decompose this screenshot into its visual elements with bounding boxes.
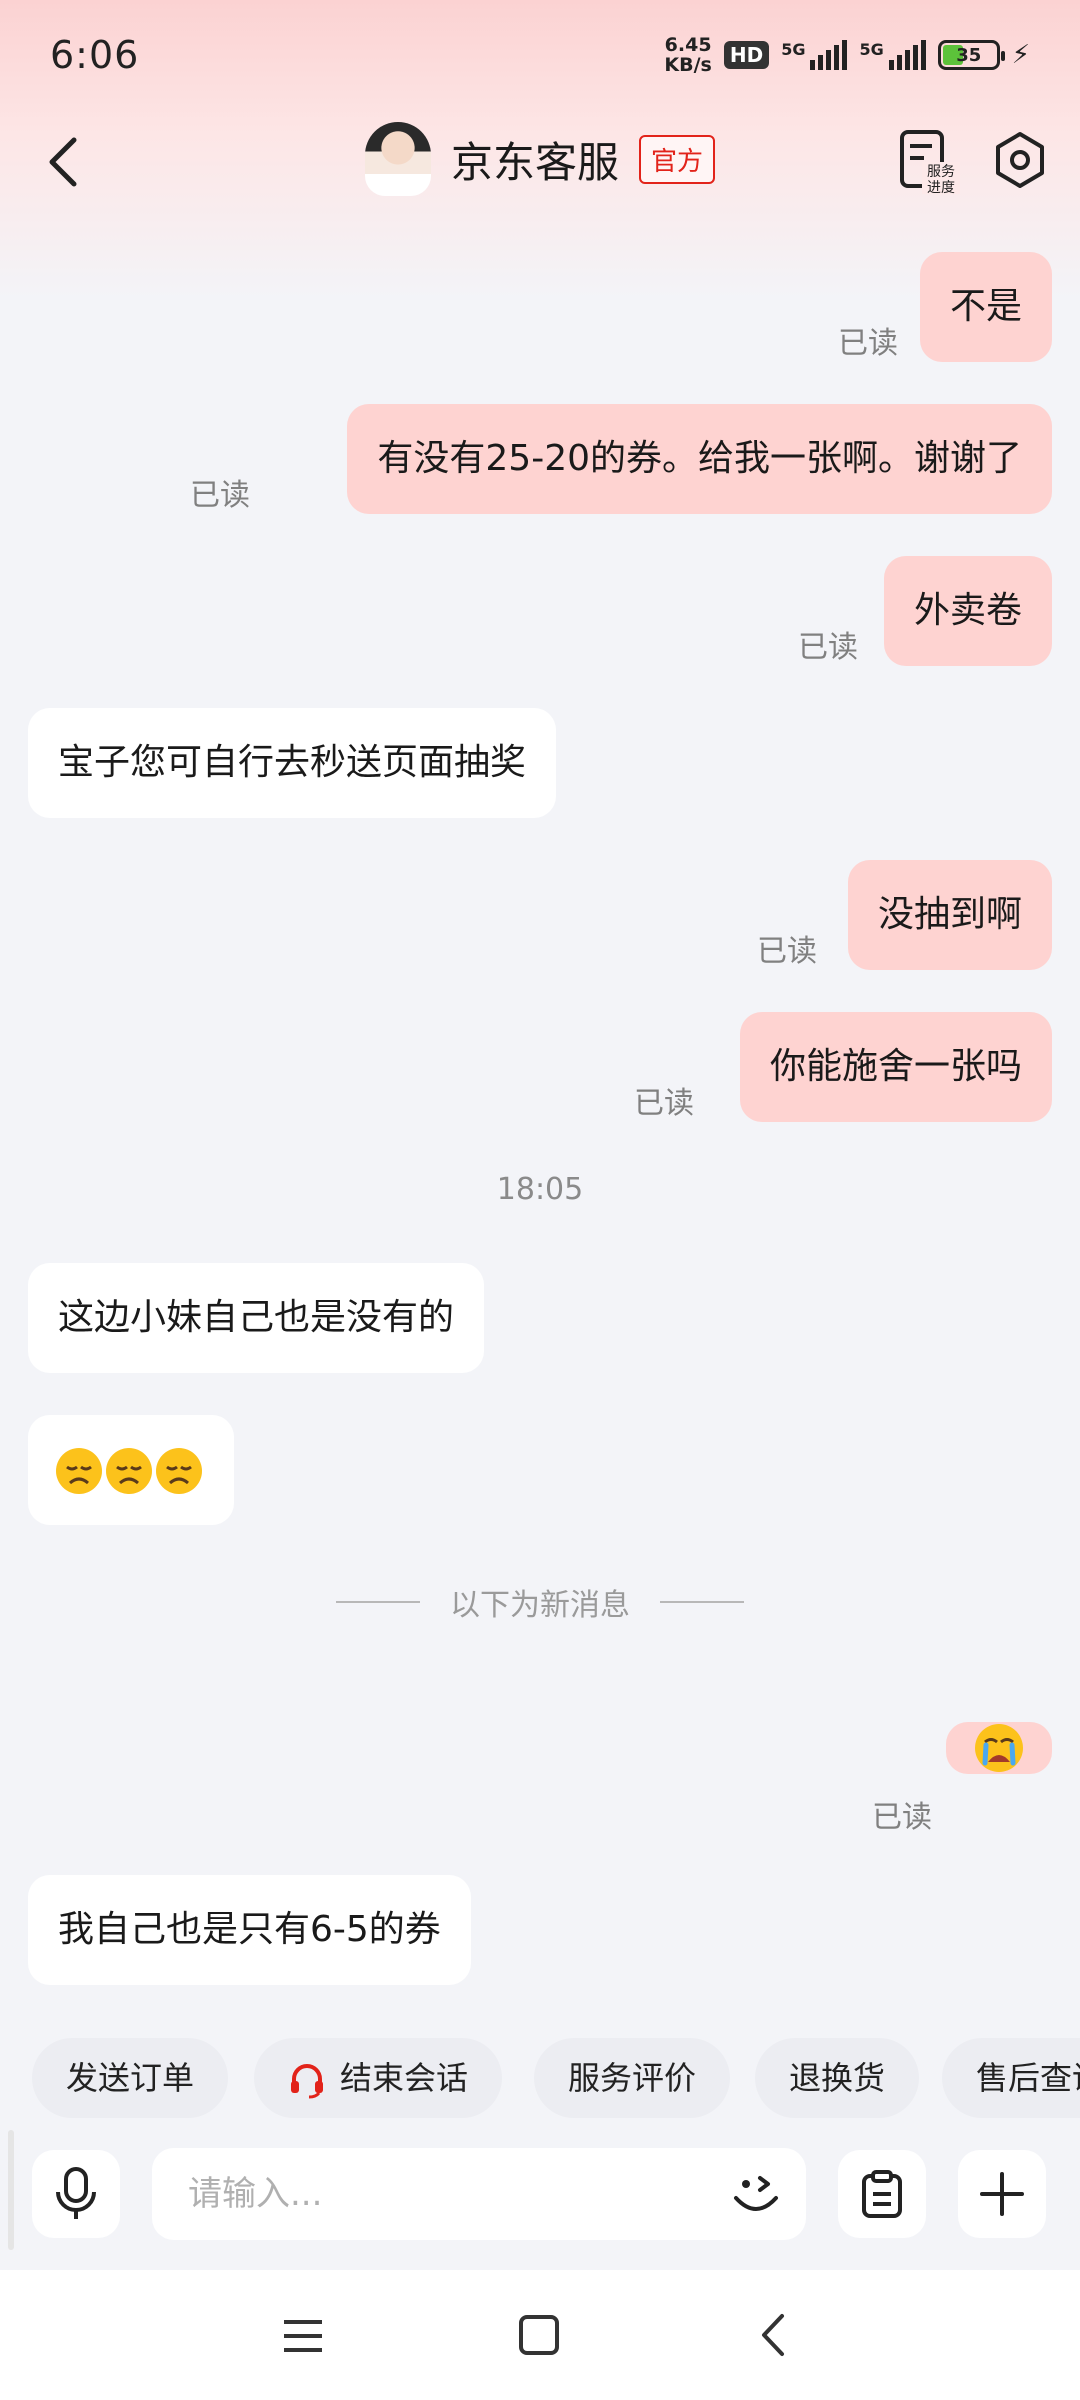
chat-header: 京东客服 官方 服务 进度: [0, 110, 1080, 210]
new-messages-label: 以下为新消息: [450, 1588, 630, 1623]
send-order-button[interactable]: 发送订单: [32, 2038, 229, 2118]
message-bubble-sent[interactable]: 没抽到啊: [847, 860, 1052, 970]
service-rating-label: 服务评价: [568, 2059, 697, 2097]
read-status: 已读: [757, 934, 817, 969]
message-bubble-sent[interactable]: 不是: [919, 252, 1052, 362]
signal-icon: 5G: [781, 40, 848, 70]
service-progress-icon[interactable]: 服务 进度: [898, 128, 960, 194]
more-options-button[interactable]: [958, 2150, 1046, 2238]
svg-text:进度: 进度: [927, 180, 955, 194]
system-nav-bar: [0, 2270, 1080, 2400]
quick-actions-bar: 发送订单 结束会话 服务评价 退换货 售后查询: [0, 2038, 1080, 2118]
disappointed-face-icon: [156, 1448, 202, 1494]
settings-icon[interactable]: [990, 130, 1050, 190]
end-session-label: 结束会话: [340, 2059, 469, 2097]
message-bubble-sent[interactable]: 你能施舍一张吗: [739, 1012, 1052, 1122]
hd-icon: HD: [723, 41, 770, 69]
message-bubble-received[interactable]: 这边小妹自己也是没有的: [28, 1263, 485, 1373]
message-timestamp: 18:05: [496, 1172, 584, 1207]
message-input[interactable]: [188, 2148, 708, 2240]
message-bubble-received-emoji[interactable]: [28, 1415, 234, 1525]
read-status: 已读: [838, 326, 898, 361]
charging-icon: ⚡: [1011, 40, 1030, 70]
read-status: 已读: [634, 1086, 694, 1121]
plus-icon: [980, 2172, 1024, 2216]
read-status: 已读: [872, 1800, 932, 1835]
clipboard-icon: [862, 2170, 902, 2218]
read-status: 已读: [190, 478, 250, 513]
signal-label: 5G: [859, 40, 884, 59]
disappointed-face-icon: [106, 1448, 152, 1494]
microphone-icon: [56, 2167, 96, 2219]
network-speed: 6.45 KB/s: [664, 35, 711, 75]
menu-icon[interactable]: [282, 2316, 324, 2356]
status-bar: 6:06 6.45 KB/s HD 5G 5G 35 ⚡: [0, 0, 1080, 110]
emoji-icon[interactable]: [726, 2164, 786, 2224]
send-order-label: 发送订单: [66, 2059, 195, 2097]
home-icon[interactable]: [518, 2314, 560, 2356]
headset-icon: [291, 2064, 323, 2099]
read-status: 已读: [798, 630, 858, 665]
service-rating-button[interactable]: 服务评价: [534, 2038, 731, 2118]
page-title: 京东客服: [451, 138, 620, 186]
battery-level: 35: [956, 44, 982, 66]
return-exchange-label: 退换货: [789, 2059, 886, 2097]
message-bubble-sent-emoji[interactable]: [946, 1722, 1052, 1774]
message-bubble-received[interactable]: 宝子您可自行去秒送页面抽奖: [28, 708, 557, 818]
message-bubble-received[interactable]: 我自己也是只有6-5的券: [28, 1875, 471, 1985]
voice-input-button[interactable]: [32, 2150, 120, 2238]
network-speed-value: 6.45: [664, 34, 712, 56]
network-speed-unit: KB/s: [664, 54, 712, 76]
chat-title-area[interactable]: 京东客服 官方: [365, 122, 716, 196]
after-sales-query-button[interactable]: 售后查询: [942, 2038, 1080, 2118]
battery-icon: 35: [937, 40, 1005, 70]
status-indicators: 6.45 KB/s HD 5G 5G 35 ⚡: [664, 35, 1030, 75]
crying-face-icon: [975, 1724, 1023, 1772]
signal-icon: 5G: [859, 40, 926, 70]
official-badge: 官方: [639, 134, 716, 184]
message-bubble-sent[interactable]: 外卖卷: [883, 556, 1052, 666]
back-nav-icon[interactable]: [758, 2312, 788, 2358]
status-time: 6:06: [50, 33, 140, 77]
avatar: [365, 122, 431, 196]
svg-text:服务: 服务: [927, 164, 955, 180]
disappointed-face-icon: [56, 1448, 102, 1494]
after-sales-query-label: 售后查询: [976, 2059, 1080, 2097]
message-input-field[interactable]: [152, 2148, 806, 2240]
input-bar: [0, 2140, 1080, 2250]
message-bubble-sent[interactable]: 有没有25-20的券。给我一张啊。谢谢了: [347, 404, 1052, 514]
signal-label: 5G: [781, 40, 806, 59]
new-messages-divider: 以下为新消息: [0, 1580, 1080, 1624]
end-session-button[interactable]: 结束会话: [254, 2038, 503, 2118]
return-exchange-button[interactable]: 退换货: [755, 2038, 920, 2118]
order-clipboard-button[interactable]: [838, 2150, 926, 2238]
back-arrow-icon[interactable]: [40, 132, 90, 192]
